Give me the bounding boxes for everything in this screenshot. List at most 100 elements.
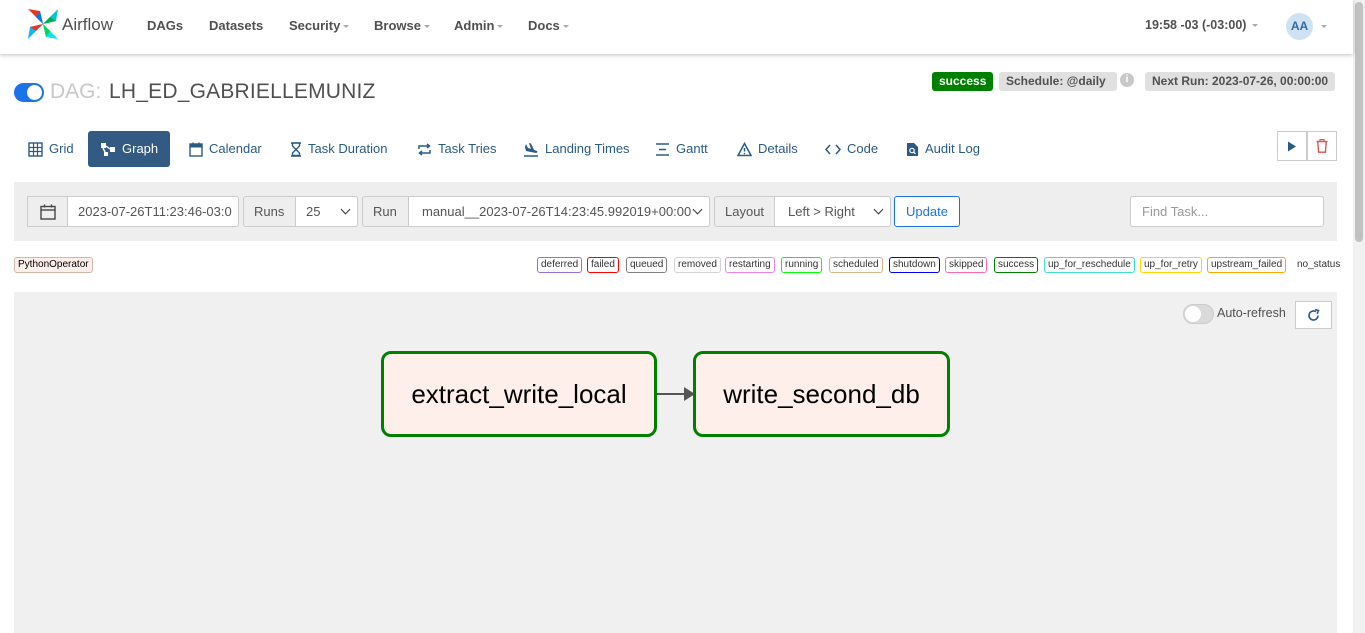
tab-calendar-label: Calendar	[209, 141, 262, 156]
base-date-input[interactable]: 2023-07-26T11:23:46-03:0	[67, 196, 239, 227]
tab-code[interactable]: Code	[825, 131, 878, 167]
legend-item-no-status[interactable]: no_status	[1293, 257, 1344, 273]
chevron-down-icon	[343, 25, 350, 29]
tab-landing-times-label: Landing Times	[545, 141, 630, 156]
legend-item-removed[interactable]: removed	[674, 257, 721, 273]
schedule-badge: Schedule: @daily	[999, 72, 1117, 91]
operator-legend-python[interactable]: PythonOperator	[14, 257, 93, 273]
nav-dags[interactable]: DAGs	[147, 18, 183, 33]
layout-select[interactable]: Left > Right	[774, 196, 891, 227]
tab-graph-label: Graph	[122, 141, 159, 156]
chevron-down-icon	[340, 204, 351, 215]
refresh-icon	[1308, 308, 1320, 321]
code-icon	[825, 144, 841, 154]
refresh-button[interactable]	[1295, 301, 1332, 329]
legend-item-skipped[interactable]: skipped	[945, 257, 988, 273]
nav-docs-label: Docs	[528, 18, 560, 33]
layout-select-value: Left > Right	[788, 204, 855, 219]
warning-triangle-icon	[737, 141, 752, 156]
trigger-dag-button[interactable]	[1277, 131, 1307, 161]
task-node-write-second-db[interactable]: write_second_db	[693, 351, 950, 437]
legend-item-scheduled[interactable]: scheduled	[829, 257, 883, 273]
dag-title: LH_ED_GABRIELLEMUNIZ	[109, 80, 376, 103]
legend-item-success[interactable]: success	[994, 257, 1039, 273]
graph-icon	[101, 142, 115, 156]
tab-calendar[interactable]: Calendar	[189, 131, 262, 167]
nav-admin[interactable]: Admin	[454, 18, 504, 33]
hourglass-icon	[291, 141, 301, 157]
dag-status-badge: success	[932, 72, 994, 91]
tab-task-tries[interactable]: Task Tries	[417, 131, 497, 167]
trash-icon	[1316, 139, 1328, 153]
legend-item-up-for-reschedule[interactable]: up_for_reschedule	[1044, 257, 1135, 273]
tab-audit-log-label: Audit Log	[925, 141, 980, 156]
tab-grid[interactable]: Grid	[28, 131, 74, 167]
scrollbar-thumb[interactable]	[1355, 2, 1363, 242]
layout-label: Layout	[714, 196, 775, 227]
auto-refresh-toggle[interactable]	[1183, 304, 1214, 324]
auto-refresh-label: Auto-refresh	[1217, 306, 1286, 320]
legend-item-deferred[interactable]: deferred	[537, 257, 583, 273]
next-run-badge: Next Run: 2023-07-26, 00:00:00	[1145, 72, 1336, 91]
tab-task-duration[interactable]: Task Duration	[290, 131, 387, 167]
navbar: Airflow DAGs Datasets Security Browse Ad…	[0, 0, 1353, 54]
document-icon	[907, 142, 918, 156]
legend-item-failed[interactable]: failed	[587, 257, 619, 273]
page-scrollbar[interactable]	[1353, 0, 1365, 633]
run-select[interactable]: manual__2023-07-26T14:23:45.992019+00:00	[408, 196, 710, 227]
runs-select-value: 25	[306, 204, 321, 219]
dag-prefix: DAG:	[50, 80, 102, 103]
chevron-down-icon	[873, 204, 884, 215]
chevron-down-icon	[497, 25, 504, 29]
nav-datasets[interactable]: Datasets	[209, 18, 263, 33]
repeat-icon	[418, 142, 431, 156]
runs-select[interactable]: 25	[295, 196, 358, 227]
legend-item-shutdown[interactable]: shutdown	[889, 257, 940, 273]
chevron-down-icon	[423, 25, 430, 29]
nav-browse[interactable]: Browse	[374, 18, 430, 33]
clock-text: 19:58 -03 (-03:00)	[1145, 18, 1247, 32]
tab-details[interactable]: Details	[737, 131, 798, 167]
filter-bar: 2023-07-26T11:23:46-03:0 Runs 25 Run man…	[14, 182, 1337, 241]
runs-label: Runs	[243, 196, 296, 227]
brand-name[interactable]: Airflow	[62, 15, 113, 35]
airflow-logo-icon[interactable]	[26, 7, 60, 41]
user-avatar[interactable]: AA	[1286, 13, 1313, 40]
find-task-input[interactable]	[1130, 196, 1324, 227]
tab-task-tries-label: Task Tries	[438, 141, 497, 156]
nav-security-label: Security	[289, 18, 341, 33]
legend-item-upstream-failed[interactable]: upstream_failed	[1207, 257, 1287, 273]
date-picker-button[interactable]	[27, 196, 68, 227]
tab-gantt-label: Gantt	[676, 141, 708, 156]
run-select-value: manual__2023-07-26T14:23:45.992019+00:00	[422, 204, 692, 219]
tab-details-label: Details	[758, 141, 798, 156]
task-node-extract-write-local[interactable]: extract_write_local	[381, 351, 657, 437]
tab-graph[interactable]: Graph	[88, 131, 171, 167]
calendar-icon	[39, 204, 56, 220]
info-icon[interactable]: i	[1120, 73, 1134, 87]
landing-icon	[524, 142, 538, 157]
nav-admin-label: Admin	[454, 18, 495, 33]
nav-security[interactable]: Security	[289, 18, 350, 33]
legend-item-up-for-retry[interactable]: up_for_retry	[1140, 257, 1202, 273]
legend-item-queued[interactable]: queued	[626, 257, 668, 273]
graph-canvas[interactable]: Auto-refresh extract_write_local write_s…	[14, 292, 1337, 633]
legend-item-running[interactable]: running	[781, 257, 823, 273]
tab-audit-log[interactable]: Audit Log	[906, 131, 980, 167]
nav-docs[interactable]: Docs	[528, 18, 569, 33]
chevron-down-icon	[1252, 24, 1259, 28]
tab-gantt[interactable]: Gantt	[655, 131, 708, 167]
legend-item-restarting[interactable]: restarting	[725, 257, 775, 273]
update-button[interactable]: Update	[894, 196, 960, 227]
grid-icon	[28, 141, 43, 157]
dag-pause-toggle[interactable]	[14, 83, 44, 102]
tab-task-duration-label: Task Duration	[308, 141, 388, 156]
delete-dag-button[interactable]	[1307, 131, 1337, 161]
chevron-down-icon[interactable]	[1321, 25, 1327, 28]
edge-arrow	[657, 387, 695, 401]
chevron-down-icon	[562, 25, 569, 29]
tab-code-label: Code	[847, 141, 879, 156]
nav-browse-label: Browse	[374, 18, 421, 33]
tab-landing-times[interactable]: Landing Times	[523, 131, 630, 167]
timezone-clock[interactable]: 19:58 -03 (-03:00)	[1145, 18, 1259, 32]
